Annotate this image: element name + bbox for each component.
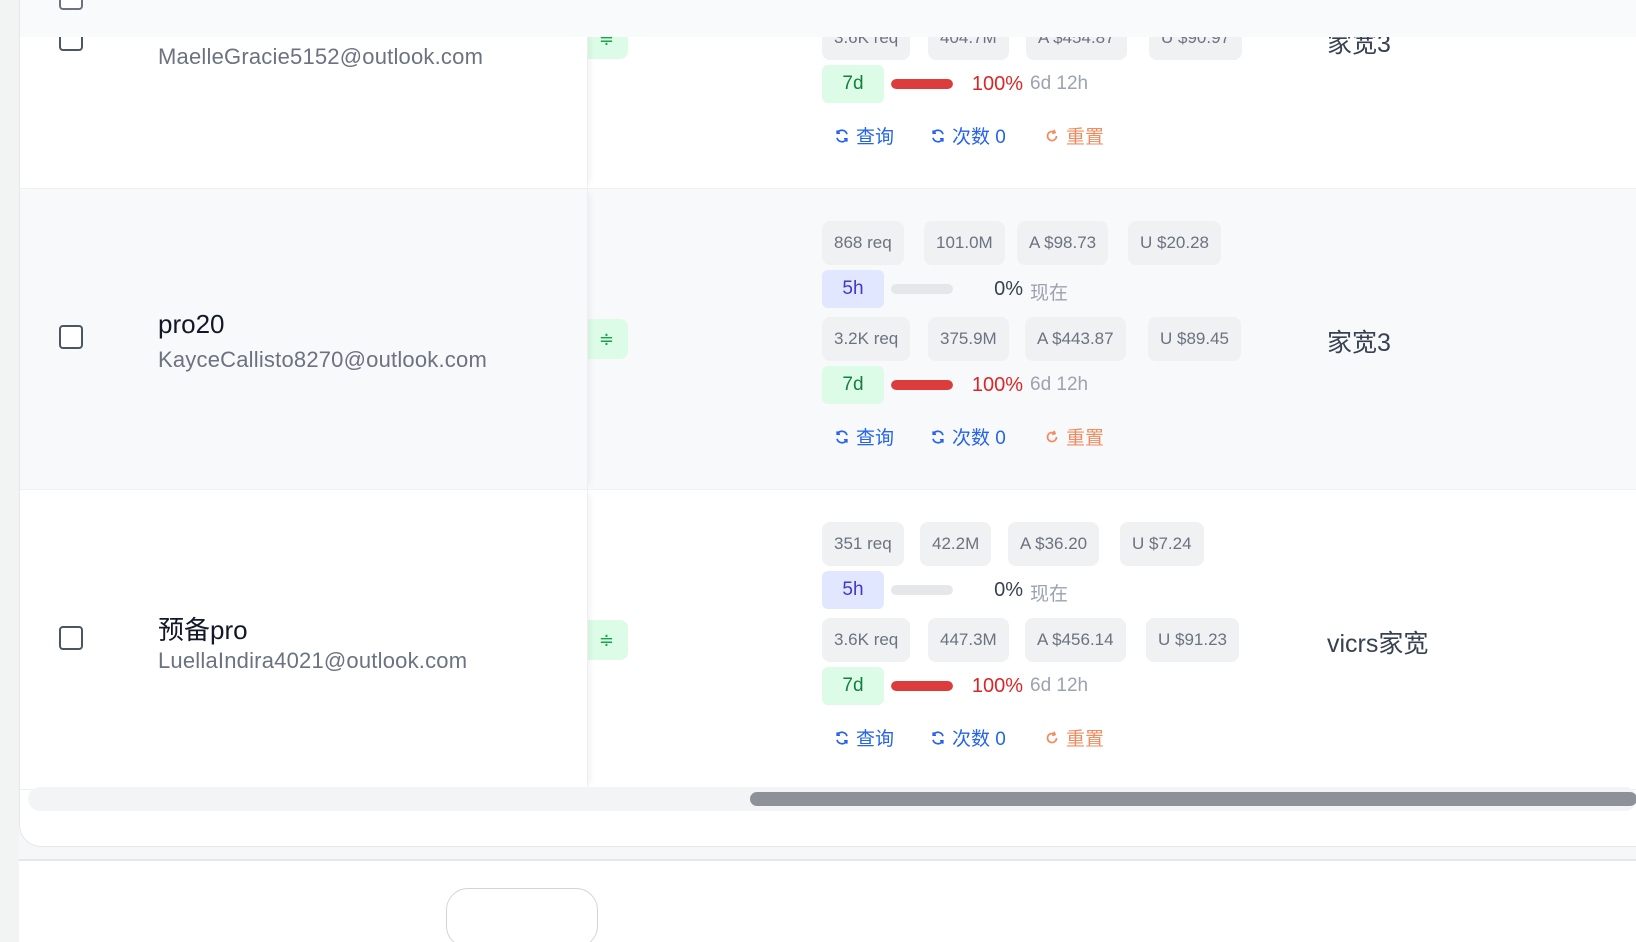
usage-bar-7d (891, 380, 953, 390)
reset-label: 重置 (1066, 428, 1105, 449)
window-badge-5h: 5h (822, 571, 884, 609)
reset-button[interactable]: 重置 (1044, 122, 1104, 149)
group-name: 家宽3 (1327, 329, 1391, 357)
window-badge-5h: 5h (822, 270, 884, 308)
table-row: pro20 KayceCallisto8270@outlook.com ≑ 86… (20, 189, 1636, 490)
accounts-table: MaelleGracie5152@outlook.com ≑ 3.6K req … (19, 0, 1636, 847)
stat-requests: 3.6K req (822, 618, 911, 662)
usage-bar-5h (891, 284, 953, 294)
account-name: 预备pro (158, 615, 248, 645)
stat-tokens: 375.9M (928, 317, 1009, 361)
usage-percent-5h: 0% (994, 278, 1023, 300)
rotate-icon (1046, 731, 1058, 743)
refresh-icon (836, 128, 848, 143)
pagination-footer (19, 861, 1636, 942)
stat-cost-u: U $20.28 (1128, 221, 1221, 265)
usage-bar-fill (891, 79, 953, 89)
query-button[interactable]: 查询 (834, 122, 894, 149)
stat-tokens: 447.3M (928, 618, 1009, 662)
reset-countdown-5h: 现在 (1030, 283, 1069, 304)
refresh-icon (836, 429, 848, 444)
reset-button[interactable]: 重置 (1044, 724, 1104, 751)
stat-cost-u: U $89.45 (1148, 317, 1241, 361)
account-email: LuellaIndira4021@outlook.com (158, 648, 468, 673)
count-button[interactable]: 次数 0 (930, 122, 1006, 149)
stat-requests: 351 req (822, 522, 904, 566)
query-label: 查询 (856, 127, 895, 148)
row-checkbox[interactable] (59, 325, 83, 349)
count-button[interactable]: 次数 0 (930, 423, 1006, 450)
reset-button[interactable]: 重置 (1044, 423, 1104, 450)
table-row: 预备pro LuellaIndira4021@outlook.com ≑ 351… (20, 490, 1636, 790)
stat-tokens: 42.2M (920, 522, 992, 566)
usage-percent-7d: 100% (971, 73, 1023, 95)
count-label: 次数 0 (952, 729, 1006, 750)
page-left-gutter (0, 0, 19, 942)
usage-percent-5h: 0% (994, 579, 1023, 601)
scrollbar-thumb[interactable] (750, 792, 1636, 806)
reset-countdown-7d: 6d 12h (1030, 675, 1089, 696)
window-badge-7d: 7d (822, 366, 884, 404)
stat-cost-a: A $456.14 (1025, 618, 1126, 662)
query-label: 查询 (856, 428, 895, 449)
rotate-icon (1046, 430, 1058, 442)
stat-requests: 868 req (822, 221, 904, 265)
query-button[interactable]: 查询 (834, 423, 894, 450)
reset-label: 重置 (1066, 127, 1105, 148)
reset-countdown-7d: 6d 12h (1030, 73, 1089, 94)
window-badge-7d: 7d (822, 65, 884, 103)
refresh-icon (932, 128, 944, 143)
usage-percent-7d: 100% (971, 675, 1023, 697)
reset-countdown-7d: 6d 12h (1030, 374, 1089, 395)
usage-bar-7d (891, 79, 953, 89)
count-label: 次数 0 (952, 428, 1006, 449)
account-email: KayceCallisto8270@outlook.com (158, 347, 487, 372)
stat-cost-u: U $91.23 (1146, 618, 1239, 662)
reset-countdown-5h: 现在 (1030, 584, 1069, 605)
reset-label: 重置 (1066, 729, 1105, 750)
stat-cost-a: A $443.87 (1025, 317, 1126, 361)
count-button[interactable]: 次数 0 (930, 724, 1006, 751)
select-all-checkbox[interactable] (59, 0, 83, 10)
stat-requests: 3.2K req (822, 317, 911, 361)
stat-cost-a: A $36.20 (1008, 522, 1100, 566)
row-checkbox[interactable] (59, 626, 83, 650)
refresh-icon (932, 730, 944, 745)
account-cell: 预备pro LuellaIndira4021@outlook.com (20, 490, 588, 789)
account-name: pro20 (158, 309, 225, 339)
rotate-icon (1046, 129, 1058, 141)
usage-bar-7d (891, 681, 953, 691)
account-cell: pro20 KayceCallisto8270@outlook.com (20, 189, 588, 489)
query-label: 查询 (856, 729, 895, 750)
group-name: vicrs家宽 (1327, 630, 1429, 658)
pagination-control[interactable] (446, 888, 598, 942)
usage-bar-5h (891, 585, 953, 595)
stat-tokens: 101.0M (924, 221, 1005, 265)
refresh-icon (836, 730, 848, 745)
query-button[interactable]: 查询 (834, 724, 894, 751)
stat-cost-u: U $7.24 (1120, 522, 1204, 566)
table-header (20, 0, 1636, 37)
usage-percent-7d: 100% (971, 374, 1023, 396)
stat-cost-a: A $98.73 (1017, 221, 1109, 265)
count-label: 次数 0 (952, 127, 1006, 148)
account-email: MaelleGracie5152@outlook.com (158, 44, 484, 69)
usage-bar-fill (891, 681, 953, 691)
refresh-icon (932, 429, 944, 444)
horizontal-scrollbar[interactable] (28, 787, 1636, 811)
window-badge-7d: 7d (822, 667, 884, 705)
usage-bar-fill (891, 380, 953, 390)
